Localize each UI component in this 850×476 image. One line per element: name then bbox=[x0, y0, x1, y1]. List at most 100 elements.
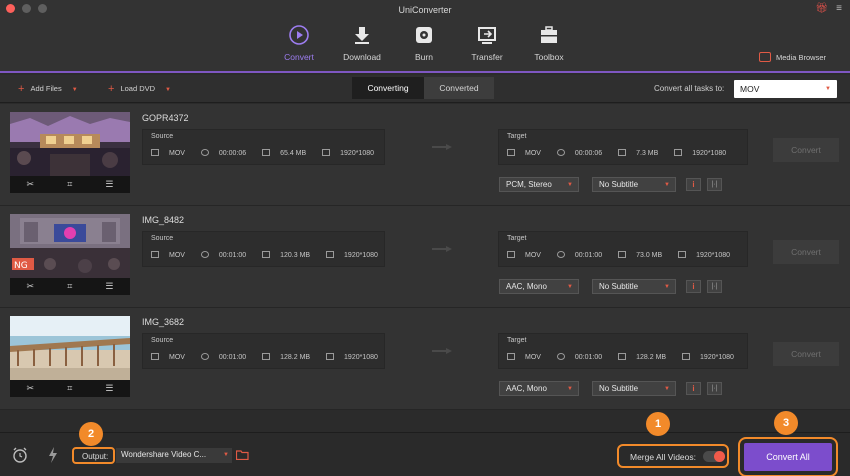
callout-badge-2: 2 bbox=[79, 422, 103, 446]
subtitle-select[interactable]: No Subtitle ▼ bbox=[592, 279, 676, 294]
convert-all-highlight: Convert All bbox=[738, 437, 838, 476]
chevron-down-icon: ▼ bbox=[825, 86, 831, 92]
subtitle-select[interactable]: No Subtitle ▼ bbox=[592, 177, 676, 192]
merge-toggle[interactable] bbox=[703, 451, 725, 462]
effects-icon[interactable]: ☰ bbox=[105, 281, 113, 292]
download-icon bbox=[355, 27, 369, 44]
open-folder-icon[interactable] bbox=[236, 450, 249, 460]
folder-icon bbox=[618, 353, 627, 360]
tab-converting[interactable]: Converting bbox=[352, 77, 424, 99]
video-thumbnail[interactable] bbox=[10, 112, 130, 176]
file-row: ✂ ⌗ ☰ IMG_3682 Source MOV 00:01:00 128.2… bbox=[0, 308, 850, 410]
clock-icon bbox=[200, 251, 209, 258]
split-icon[interactable]: |·| bbox=[707, 382, 722, 395]
source-info: Source MOV 00:01:00 128.2 MB 1920*1080 bbox=[142, 333, 385, 369]
convert-button[interactable]: Convert bbox=[773, 240, 839, 264]
effects-icon[interactable]: ☰ bbox=[105, 383, 113, 394]
nav-download[interactable]: Download bbox=[331, 24, 393, 62]
lightning-icon[interactable] bbox=[48, 447, 58, 463]
clock-icon bbox=[556, 251, 565, 258]
output-format-select[interactable]: MOV ▼ bbox=[734, 80, 837, 98]
nav-convert[interactable]: Convert bbox=[268, 24, 330, 62]
clock-icon bbox=[200, 149, 209, 156]
toggle-knob bbox=[714, 451, 725, 462]
crop-icon[interactable]: ⌗ bbox=[67, 383, 72, 394]
merge-all-videos-label: Merge All Videos: bbox=[630, 452, 696, 462]
folder-icon bbox=[262, 353, 271, 360]
subtitle-select[interactable]: No Subtitle ▼ bbox=[592, 381, 676, 396]
convert-button[interactable]: Convert bbox=[773, 342, 839, 366]
convert-all-button[interactable]: Convert All bbox=[744, 443, 832, 471]
callout-badge-3: 3 bbox=[774, 411, 798, 435]
thumbnail-tools: ✂ ⌗ ☰ bbox=[10, 176, 130, 193]
resolution-icon bbox=[682, 353, 691, 360]
gift-icon[interactable]: 🎁︎ bbox=[815, 3, 828, 14]
target-info[interactable]: Target MOV 00:01:00 128.2 MB 1920*1080 bbox=[498, 333, 748, 369]
audio-track-select[interactable]: AAC, Mono ▼ bbox=[499, 381, 579, 396]
resolution-icon bbox=[674, 149, 683, 156]
tab-converted[interactable]: Converted bbox=[424, 77, 494, 99]
status-tabs: Converting Converted bbox=[352, 77, 494, 99]
main-nav: Convert Download Burn Transfer Toolbox M… bbox=[0, 20, 850, 73]
file-row: NG ✂ ⌗ ☰ IMG_8482 Source MOV 00:01:00 12… bbox=[0, 206, 850, 308]
file-name: IMG_8482 bbox=[142, 215, 185, 225]
file-name: GOPR4372 bbox=[142, 113, 189, 123]
burn-icon bbox=[416, 27, 432, 43]
target-info[interactable]: Target MOV 00:01:00 73.0 MB 1920*1080 bbox=[498, 231, 748, 267]
chevron-down-icon[interactable]: ▼ bbox=[223, 452, 229, 458]
crop-icon[interactable]: ⌗ bbox=[67, 281, 72, 292]
video-thumbnail[interactable] bbox=[10, 316, 130, 380]
chevron-down-icon[interactable]: ▼ bbox=[72, 87, 78, 93]
audio-track-select[interactable]: PCM, Stereo ▼ bbox=[499, 177, 579, 192]
output-path-select[interactable]: Wondershare Video C... bbox=[116, 448, 232, 463]
chevron-down-icon: ▼ bbox=[664, 386, 670, 392]
clock-icon bbox=[200, 353, 209, 360]
video-format-icon bbox=[507, 251, 515, 258]
nav-burn[interactable]: Burn bbox=[393, 24, 455, 62]
svg-text:NG: NG bbox=[14, 261, 28, 271]
merge-highlight: Merge All Videos: bbox=[617, 444, 729, 468]
video-format-icon bbox=[507, 149, 515, 156]
info-icon[interactable]: i bbox=[686, 178, 701, 191]
chevron-down-icon: ▼ bbox=[567, 182, 573, 188]
thumbnail-tools: ✂ ⌗ ☰ bbox=[10, 380, 130, 397]
alarm-clock-icon[interactable] bbox=[12, 447, 28, 463]
audio-track-select[interactable]: AAC, Mono ▼ bbox=[499, 279, 579, 294]
callout-badge-1: 1 bbox=[646, 412, 670, 436]
info-icon[interactable]: i bbox=[686, 382, 701, 395]
media-browser-button[interactable]: Media Browser bbox=[758, 52, 826, 62]
folder-icon bbox=[618, 251, 627, 258]
folder-icon bbox=[618, 149, 627, 156]
nav-toolbox[interactable]: Toolbox bbox=[518, 24, 580, 62]
nav-transfer[interactable]: Transfer bbox=[456, 24, 518, 62]
load-dvd-button[interactable]: + Load DVD ▼ bbox=[108, 83, 171, 95]
clock-icon bbox=[556, 149, 565, 156]
add-files-button[interactable]: + Add Files ▼ bbox=[18, 83, 78, 95]
toolbox-icon bbox=[541, 26, 557, 43]
split-icon[interactable]: |·| bbox=[707, 280, 722, 293]
convert-button[interactable]: Convert bbox=[773, 138, 839, 162]
trim-icon[interactable]: ✂ bbox=[27, 281, 35, 292]
split-icon[interactable]: |·| bbox=[707, 178, 722, 191]
effects-icon[interactable]: ☰ bbox=[105, 179, 113, 190]
video-thumbnail[interactable]: NG bbox=[10, 214, 130, 278]
source-info: Source MOV 00:01:00 120.3 MB 1920*1080 bbox=[142, 231, 385, 267]
output-label: Output: bbox=[82, 452, 109, 461]
file-row: ✂ ⌗ ☰ GOPR4372 Source MOV 00:00:06 65.4 … bbox=[0, 104, 850, 206]
menu-icon[interactable]: ≡ bbox=[836, 3, 842, 14]
convert-icon bbox=[289, 25, 309, 45]
chevron-down-icon[interactable]: ▼ bbox=[165, 87, 171, 93]
crop-icon[interactable]: ⌗ bbox=[67, 179, 72, 190]
arrow-right-icon bbox=[432, 348, 452, 354]
chevron-down-icon: ▼ bbox=[567, 386, 573, 392]
toolbar: + Add Files ▼ + Load DVD ▼ Converting Conver… bbox=[0, 75, 850, 103]
folder-icon bbox=[262, 149, 271, 156]
trim-icon[interactable]: ✂ bbox=[27, 383, 35, 394]
info-icon[interactable]: i bbox=[686, 280, 701, 293]
video-format-icon bbox=[151, 353, 159, 360]
file-name: IMG_3682 bbox=[142, 317, 185, 327]
target-info[interactable]: Target MOV 00:00:06 7.3 MB 1920*1080 bbox=[498, 129, 748, 165]
trim-icon[interactable]: ✂ bbox=[27, 179, 35, 190]
folder-icon bbox=[262, 251, 271, 258]
thumbnail-tools: ✂ ⌗ ☰ bbox=[10, 278, 130, 295]
